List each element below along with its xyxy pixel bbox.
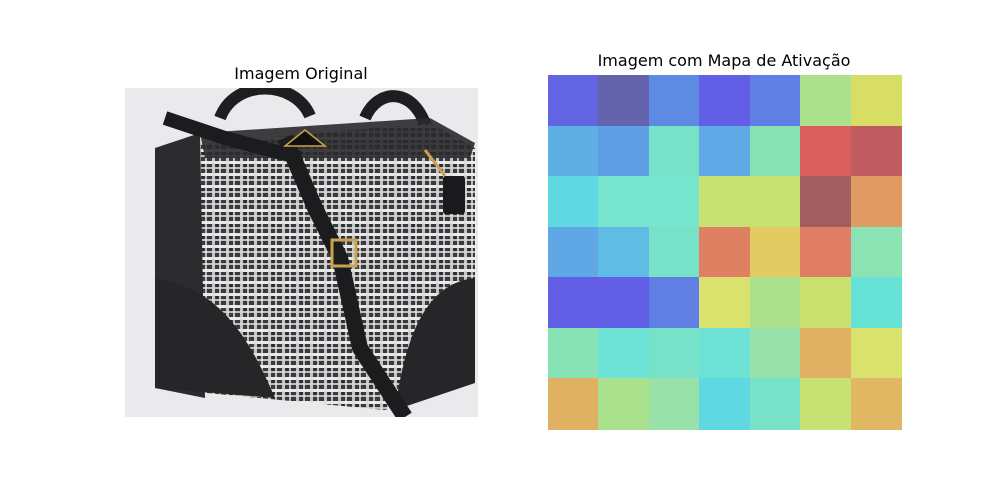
- heatmap-cell: [749, 277, 801, 330]
- heatmap-cell: [800, 75, 852, 127]
- heatmap-cell: [749, 176, 801, 229]
- heatmap-cell: [648, 327, 700, 380]
- heatmap-cell: [598, 327, 650, 380]
- heatmap-cell: [850, 277, 902, 330]
- heatmap-cell: [648, 176, 700, 229]
- heatmap-cell: [648, 125, 700, 178]
- heatmap-cell: [548, 176, 599, 229]
- heatmap-cell: [598, 277, 650, 330]
- heatmap-cell: [850, 176, 902, 229]
- heatmap-cell: [850, 75, 902, 127]
- heatmap-cell: [548, 378, 599, 431]
- heatmap-cell: [800, 378, 852, 431]
- heatmap-cell: [699, 378, 751, 431]
- heatmap-cell: [648, 378, 700, 431]
- heatmap-cell: [800, 277, 852, 330]
- heatmap-cell: [699, 226, 751, 279]
- heatmap-cell: [749, 378, 801, 431]
- heatmap-cell: [699, 75, 751, 127]
- heatmap-cell: [749, 226, 801, 279]
- activation-map-title: Imagem com Mapa de Ativação: [597, 51, 851, 70]
- heatmap-cell: [699, 327, 751, 380]
- heatmap-cell: [699, 277, 751, 330]
- heatmap-cell: [699, 176, 751, 229]
- heatmap-cell: [548, 277, 599, 330]
- heatmap-cell: [800, 327, 852, 380]
- heatmap-cell: [800, 226, 852, 279]
- heatmap-cell: [699, 125, 751, 178]
- heatmap-cell: [850, 327, 902, 380]
- heatmap-cell: [850, 226, 902, 279]
- heatmap-cell: [749, 125, 801, 178]
- heatmap-cell: [598, 226, 650, 279]
- heatmap-cell: [648, 75, 700, 127]
- heatmap-cell: [548, 125, 599, 178]
- heatmap-cell: [598, 378, 650, 431]
- heatmap-cell: [800, 125, 852, 178]
- heatmap-cell: [548, 226, 599, 279]
- original-image-title: Imagem Original: [234, 64, 368, 83]
- heatmap-cell: [850, 125, 902, 178]
- heatmap-cell: [648, 277, 700, 330]
- heatmap-cell: [598, 125, 650, 178]
- heatmap-cell: [548, 75, 599, 127]
- heatmap-cell: [598, 176, 650, 229]
- heatmap-cell: [850, 378, 902, 431]
- heatmap-cell: [598, 75, 650, 127]
- heatmap-cell: [648, 226, 700, 279]
- heatmap-cell: [548, 327, 599, 380]
- handbag-photo: [125, 88, 478, 417]
- heatmap-cell: [749, 327, 801, 380]
- heatmap-cell: [800, 176, 852, 229]
- activation-heatmap: [548, 75, 902, 431]
- heatmap-cell: [749, 75, 801, 127]
